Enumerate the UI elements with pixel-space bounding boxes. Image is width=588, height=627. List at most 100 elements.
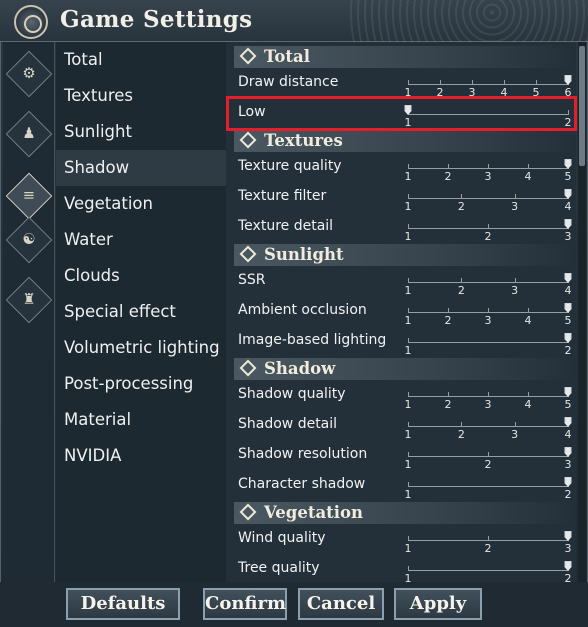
slider-tick-label: 4	[524, 398, 532, 411]
slider-tick-label: 3	[564, 542, 572, 555]
setting-slider[interactable]: 1 2 3 4 5	[405, 387, 572, 412]
slider-tick	[514, 422, 516, 427]
apply-button[interactable]: Apply	[394, 588, 482, 620]
slider-tick-label: 2	[444, 170, 452, 183]
window-title: Game Settings	[60, 6, 253, 33]
slider-track[interactable]	[408, 486, 568, 487]
slider-track[interactable]	[408, 84, 568, 85]
category-textures[interactable]: Textures	[56, 78, 226, 114]
setting-row: Shadow quality 1 2 3 4 5	[238, 382, 576, 412]
setting-slider[interactable]: 12	[405, 477, 572, 502]
list-icon[interactable]: ≡	[5, 172, 53, 220]
section-title: Sunlight	[264, 245, 344, 264]
slider-track[interactable]	[408, 282, 568, 283]
slider-tick-label: 4	[564, 428, 572, 441]
slider-tick-label: 2	[457, 200, 465, 213]
slider-track[interactable]	[408, 570, 568, 571]
creature-icon[interactable]: ☯	[5, 216, 53, 264]
setting-label: Shadow resolution	[238, 446, 368, 462]
slider-track[interactable]	[408, 198, 568, 199]
setting-label: Tree quality	[238, 560, 320, 576]
category-shadow[interactable]: Shadow	[56, 150, 226, 186]
slider-tick	[528, 308, 529, 313]
setting-row: SSR 1 2 3 4	[238, 268, 576, 298]
slider-tick	[448, 392, 449, 397]
setting-slider[interactable]: 1 2 3	[404, 219, 572, 244]
setting-slider[interactable]: 1 2 3	[404, 447, 572, 472]
slider-tick-label: 2	[444, 314, 452, 327]
category-post-processing[interactable]: Post-processing	[56, 366, 226, 402]
cancel-button[interactable]: Cancel	[298, 588, 384, 620]
slider-tick	[408, 536, 409, 541]
slider-tick-label: 1	[404, 230, 412, 243]
slider-track[interactable]	[408, 426, 568, 427]
category-volumetric-lighting[interactable]: Volumetric lighting	[56, 330, 226, 366]
character-icon[interactable]: ♟	[5, 110, 53, 158]
category-water[interactable]: Water	[56, 222, 226, 258]
category-icon-bar: ⚙ ♟ ≡ ☯ ♜	[3, 42, 55, 582]
setting-slider[interactable]: 1 2 3 4	[404, 417, 572, 442]
setting-label: Wind quality	[238, 530, 326, 546]
slider-tick-label: 1	[404, 284, 412, 297]
setting-slider[interactable]: 1 2 3 4	[404, 273, 572, 298]
section-header-total: Total	[234, 46, 574, 68]
setting-slider[interactable]: 1 2 3 4 5	[404, 303, 572, 328]
slider-tick-label: 1	[404, 314, 412, 327]
slider-tick	[408, 194, 409, 199]
setting-slider[interactable]: 1 2 3 4	[404, 189, 572, 214]
setting-row: Character shadow 1 2	[238, 472, 576, 502]
setting-slider[interactable]: 12	[405, 561, 572, 582]
setting-slider[interactable]: 1 2 3	[404, 531, 572, 556]
category-special-effect[interactable]: Special effect	[56, 294, 226, 330]
slider-tick-label: 3	[484, 170, 492, 183]
header-decoration	[348, 0, 588, 42]
slider-tick-label: 1	[404, 458, 412, 471]
slider-tick-label: 2	[444, 398, 452, 411]
slider-tick	[528, 392, 529, 397]
category-clouds[interactable]: Clouds	[56, 258, 226, 294]
slider-tick-label: 2	[564, 488, 572, 501]
setting-label: Shadow quality	[238, 386, 346, 402]
setting-label: Ambient occlusion	[238, 302, 367, 318]
slider-tick-label: 5	[564, 170, 572, 183]
setting-slider[interactable]: 1 2 3 4 5	[405, 159, 572, 184]
setting-row: Shadow detail 1 2 3 4	[238, 412, 576, 442]
category-material[interactable]: Material	[56, 402, 226, 438]
slider-track[interactable]	[408, 342, 568, 343]
category-nvidia[interactable]: NVIDIA	[56, 438, 226, 474]
setting-row: Wind quality 1 2 3	[238, 526, 576, 556]
setting-label: Draw distance	[238, 74, 339, 90]
slider-tick	[488, 392, 489, 397]
slider-tick	[440, 80, 441, 85]
game-logo-icon	[14, 5, 48, 39]
slider-tick	[472, 80, 473, 85]
slider-tick	[514, 194, 516, 199]
slider-tick	[408, 566, 409, 571]
slider-tick-label: 3	[564, 458, 572, 471]
slider-tick-label: 2	[564, 572, 572, 582]
defaults-button[interactable]: Defaults	[66, 588, 180, 620]
gear-icon[interactable]: ⚙	[5, 50, 53, 98]
settings-scrollbar[interactable]	[578, 42, 586, 582]
slider-tick-label: 1	[404, 200, 412, 213]
profile-icon[interactable]: ♜	[5, 276, 53, 324]
slider-tick	[488, 308, 489, 313]
section-header-sunlight: Sunlight	[234, 244, 574, 266]
slider-tick	[408, 308, 409, 313]
category-vegetation[interactable]: Vegetation	[56, 186, 226, 222]
slider-tick-label: 1	[404, 542, 412, 555]
slider-tick-label: 3	[484, 314, 492, 327]
slider-tick-label: 3	[564, 230, 572, 243]
slider-tick	[408, 278, 409, 283]
slider-tick-label: 1	[404, 428, 412, 441]
section-title: Vegetation	[264, 503, 364, 522]
category-sunlight[interactable]: Sunlight	[56, 114, 226, 150]
slider-tick-label: 3	[484, 398, 492, 411]
slider-tick	[408, 452, 409, 457]
slider-tick	[448, 164, 449, 169]
scrollbar-thumb[interactable]	[579, 46, 585, 166]
category-total[interactable]: Total	[56, 42, 226, 78]
setting-slider[interactable]: 12	[405, 333, 572, 358]
confirm-button[interactable]: Confirm	[203, 588, 287, 620]
category-list: Total Textures Sunlight Shadow Vegetatio…	[56, 42, 226, 582]
